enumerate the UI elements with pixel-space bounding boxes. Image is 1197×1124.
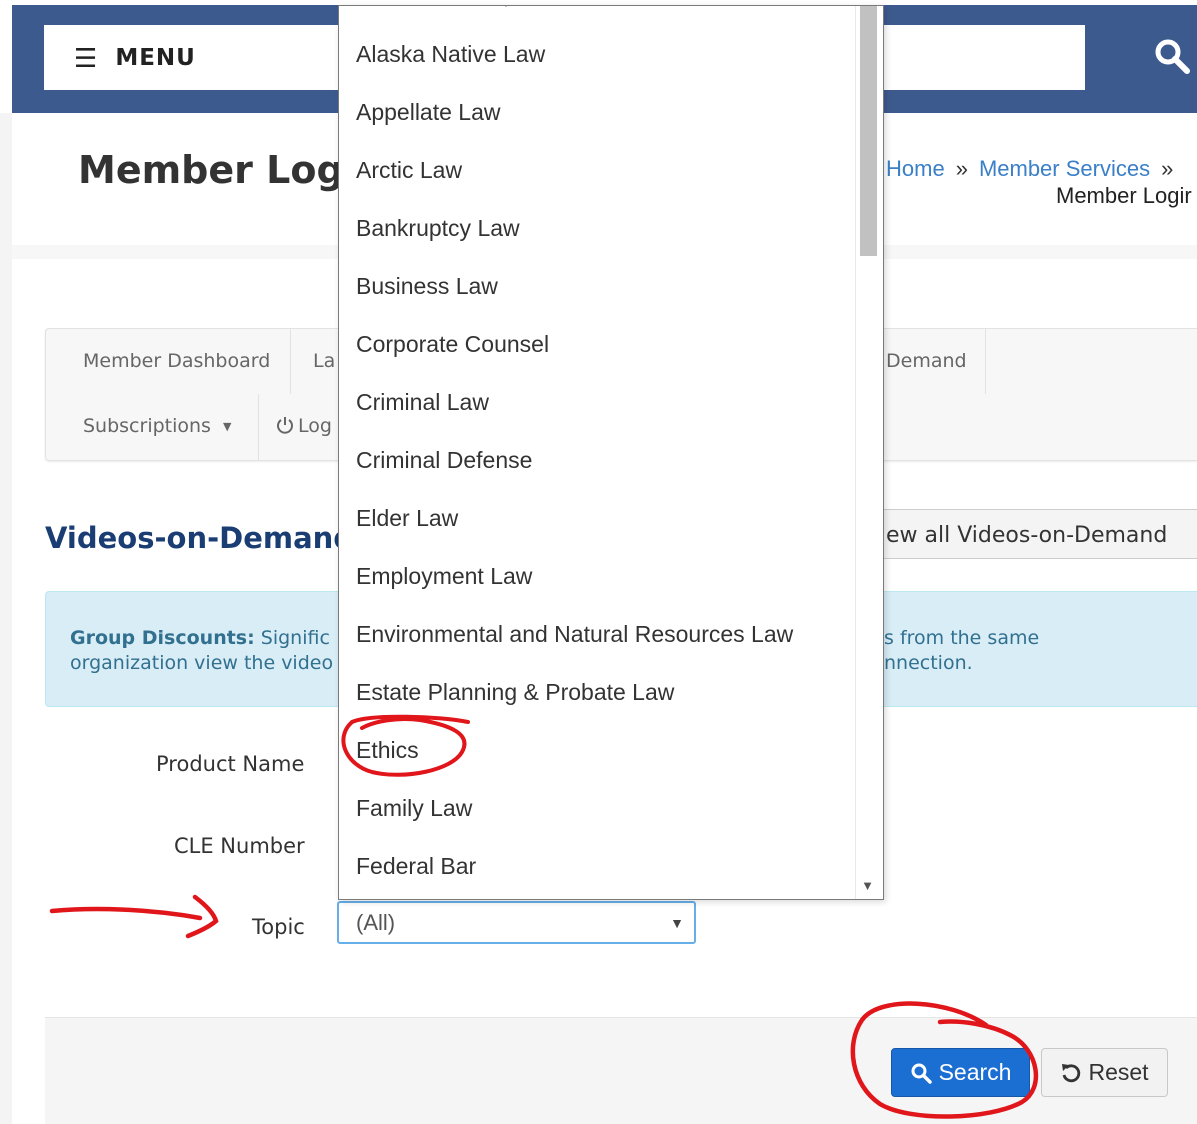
caret-down-icon: ▼ xyxy=(670,915,684,931)
dropdown-option[interactable]: Business Law xyxy=(356,273,498,300)
search-button-label: Search xyxy=(938,1059,1012,1085)
breadcrumb-home-link[interactable]: Home xyxy=(886,156,945,181)
reset-button[interactable]: Reset xyxy=(1041,1048,1168,1097)
alert-line-1-right: s from the same xyxy=(884,627,1040,649)
search-icon xyxy=(911,1063,932,1084)
nav-logout[interactable]: Log xyxy=(276,415,332,437)
dropdown-option[interactable]: Alaska Native Law xyxy=(356,41,545,68)
page-left-edge xyxy=(0,113,12,1124)
cle-number-label: CLE Number xyxy=(174,834,305,858)
page-title: Member Logi xyxy=(78,148,357,192)
nav-item-la[interactable]: La xyxy=(313,350,335,372)
nav-divider xyxy=(985,329,986,394)
breadcrumb-separator: » xyxy=(1161,156,1174,181)
breadcrumb-current: Member Logir xyxy=(1056,183,1192,208)
alert-line-1: Group Discounts: Signific xyxy=(70,627,330,649)
breadcrumb-separator: » xyxy=(955,156,968,181)
dropdown-option[interactable]: Criminal Defense xyxy=(356,447,532,474)
topic-dropdown-list[interactable]: · Alaska Native Law Appellate Law Arctic… xyxy=(338,5,884,900)
alert-line-1-text: Signific xyxy=(254,627,330,649)
dropdown-option[interactable]: Employment Law xyxy=(356,563,532,590)
alert-line-2: organization view the video xyxy=(70,652,334,674)
undo-icon xyxy=(1062,1063,1081,1082)
nav-subscriptions[interactable]: Subscriptions ▼ xyxy=(83,415,231,437)
reset-button-label: Reset xyxy=(1088,1059,1149,1085)
dropdown-option[interactable]: Estate Planning & Probate Law xyxy=(356,679,674,706)
nav-member-dashboard[interactable]: Member Dashboard xyxy=(83,350,270,372)
caret-down-icon: ▼ xyxy=(223,420,232,433)
dropdown-option[interactable]: Criminal Law xyxy=(356,389,489,416)
topic-select[interactable]: (All) ▼ xyxy=(337,901,696,944)
breadcrumb-member-services-link[interactable]: Member Services xyxy=(979,156,1150,181)
dropdown-option[interactable]: Environmental and Natural Resources Law xyxy=(356,621,793,648)
scrollbar-thumb[interactable] xyxy=(860,6,877,256)
search-icon[interactable] xyxy=(1152,36,1192,76)
dropdown-option[interactable]: Federal Bar xyxy=(356,853,476,880)
product-name-label: Product Name xyxy=(156,752,305,776)
dropdown-option-ethics[interactable]: Ethics xyxy=(356,737,419,764)
dropdown-option[interactable]: Family Law xyxy=(356,795,472,822)
topic-arrow-annotation xyxy=(49,906,203,921)
scroll-down-arrow-icon[interactable]: ▼ xyxy=(861,878,874,893)
dropdown-scrollbar[interactable]: ▼ xyxy=(855,6,883,899)
nav-divider xyxy=(290,329,291,394)
nav-subscriptions-label: Subscriptions xyxy=(83,415,211,437)
alert-bold-label: Group Discounts: xyxy=(70,627,255,649)
power-icon xyxy=(277,417,293,434)
menu-button[interactable]: ☰ MENU xyxy=(44,25,340,90)
nav-divider xyxy=(258,394,259,460)
topic-select-value: (All) xyxy=(356,910,396,935)
dropdown-option[interactable]: Arctic Law xyxy=(356,157,462,184)
dropdown-option[interactable]: Elder Law xyxy=(356,505,458,532)
dropdown-option[interactable]: Bankruptcy Law xyxy=(356,215,520,242)
alert-line-2-right: nnection. xyxy=(884,652,973,674)
dropdown-option[interactable]: Corporate Counsel xyxy=(356,331,549,358)
arrow-head-icon xyxy=(185,894,219,939)
nav-item-demand[interactable]: Demand xyxy=(886,350,967,372)
site-search-input[interactable] xyxy=(882,25,1085,90)
list-item-partial: · xyxy=(504,5,508,12)
view-all-videos-button[interactable]: ew all Videos-on-Demand xyxy=(860,509,1197,559)
search-button[interactable]: Search xyxy=(891,1048,1030,1097)
dropdown-option[interactable]: Appellate Law xyxy=(356,99,501,126)
hamburger-icon: ☰ xyxy=(74,42,98,73)
menu-label: MENU xyxy=(115,44,196,71)
topic-label: Topic xyxy=(252,915,305,939)
videos-heading: Videos-on-Demand xyxy=(45,521,355,555)
nav-logout-label: Log xyxy=(298,415,332,437)
breadcrumb: Home » Member Services » xyxy=(886,156,1184,182)
